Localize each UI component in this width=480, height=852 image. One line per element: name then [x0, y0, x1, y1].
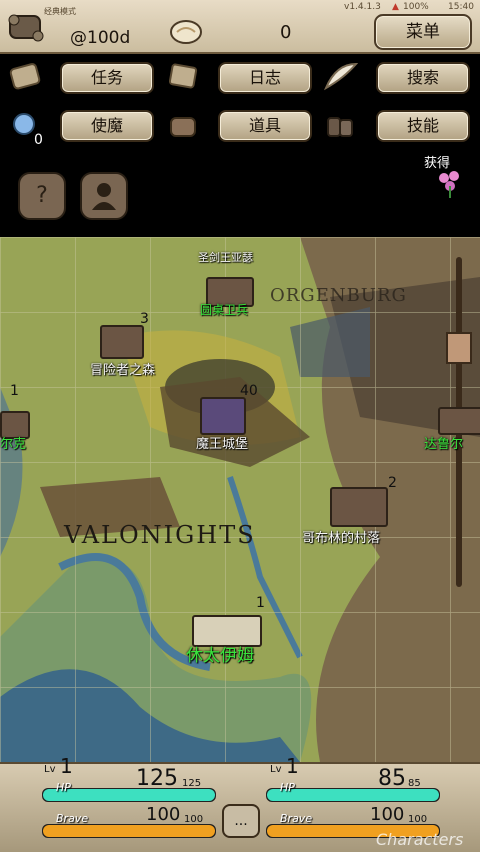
town-left-count: 1	[10, 383, 19, 399]
help-button[interactable]: ?	[18, 172, 66, 220]
flower-icon[interactable]	[432, 168, 468, 198]
mode-label: 经典模式	[44, 7, 76, 16]
location-hometown[interactable]: 休太伊姆	[186, 641, 254, 666]
more-button[interactable]: ...	[222, 804, 260, 838]
zoom-slider-handle[interactable]	[446, 332, 472, 364]
location-town-right[interactable]: 达鲁尔	[424, 433, 463, 452]
character-button[interactable]	[80, 172, 128, 220]
log-scroll-icon	[165, 60, 201, 92]
char1-brave-fill	[43, 825, 215, 837]
location-adventurer-forest[interactable]: 冒险者之森	[90, 359, 155, 378]
hometown-count: 1	[256, 595, 265, 611]
search-button[interactable]: 搜索	[376, 62, 470, 94]
location-round-table[interactable]: 圆桌卫兵	[200, 301, 248, 318]
char2-brave-value: 100	[370, 804, 405, 825]
quest-scroll-icon	[8, 60, 44, 92]
skills-button[interactable]: 技能	[376, 110, 470, 142]
goblin-village-icon	[330, 487, 388, 527]
command-panel: 任务 日志 搜索 0 使魔 道具 技能 ? 获得	[0, 54, 480, 237]
demon-castle-icon	[200, 397, 246, 435]
location-demon-castle[interactable]: 魔王城堡	[196, 433, 248, 452]
char1-brave-value: 100	[146, 804, 181, 825]
quest-button[interactable]: 任务	[60, 62, 154, 94]
party-status: Lv 1 125 125 HP 100 100 Brave ... Lv 1 8…	[0, 754, 480, 852]
log-button[interactable]: 日志	[218, 62, 312, 94]
familiar-button[interactable]: 使魔	[60, 110, 154, 142]
location-town-left[interactable]: 尔克	[0, 433, 26, 452]
char2-level: 1	[286, 754, 299, 778]
char1-hp-label: HP	[56, 781, 71, 794]
familiar-count: 0	[34, 132, 43, 148]
goblin-count: 2	[388, 475, 397, 491]
feather-icon	[322, 60, 359, 92]
char1-level-prefix: Lv	[44, 764, 56, 775]
menu-button[interactable]: 菜单	[374, 14, 472, 50]
town-right-icon	[438, 407, 480, 435]
alarm-icon: ▲	[392, 2, 399, 12]
gem-count: 0	[280, 22, 292, 43]
char1-level: 1	[60, 754, 73, 778]
scroll-icon[interactable]	[6, 8, 46, 46]
forest-icon	[100, 325, 144, 359]
watermark: Characters	[376, 830, 464, 849]
version-text: v1.4.1.3	[344, 2, 381, 12]
location-goblin-village[interactable]: 哥布林的村落	[302, 527, 380, 546]
char2-hp-label: HP	[280, 781, 295, 794]
person-icon	[92, 183, 116, 210]
help-label: ?	[36, 183, 48, 208]
char1-brave-label: Brave	[56, 812, 89, 825]
money-value: @100d	[70, 28, 131, 48]
top-bar: 经典模式 @100d 0 v1.4.1.3 ▲ 100% 15:40 菜单	[0, 0, 480, 54]
bag-icon	[165, 110, 201, 142]
region-south: VALONIGHTS	[64, 521, 256, 549]
clock-text: 15:40	[448, 2, 474, 12]
location-king-arthur[interactable]: 圣剑王亚瑟	[198, 249, 253, 265]
region-north: ORGENBURG	[270, 285, 407, 306]
char2-level-prefix: Lv	[270, 764, 282, 775]
char1-brave-bar	[42, 824, 216, 838]
gem-icon	[168, 18, 204, 46]
world-map[interactable]: ORGENBURG VALONIGHTS 圣剑王亚瑟 圆桌卫兵 3 冒险者之森 …	[0, 237, 480, 762]
battery-text: 100%	[403, 2, 429, 12]
items-button[interactable]: 道具	[218, 110, 312, 142]
char2-brave-label: Brave	[280, 812, 313, 825]
boots-icon	[322, 110, 358, 142]
